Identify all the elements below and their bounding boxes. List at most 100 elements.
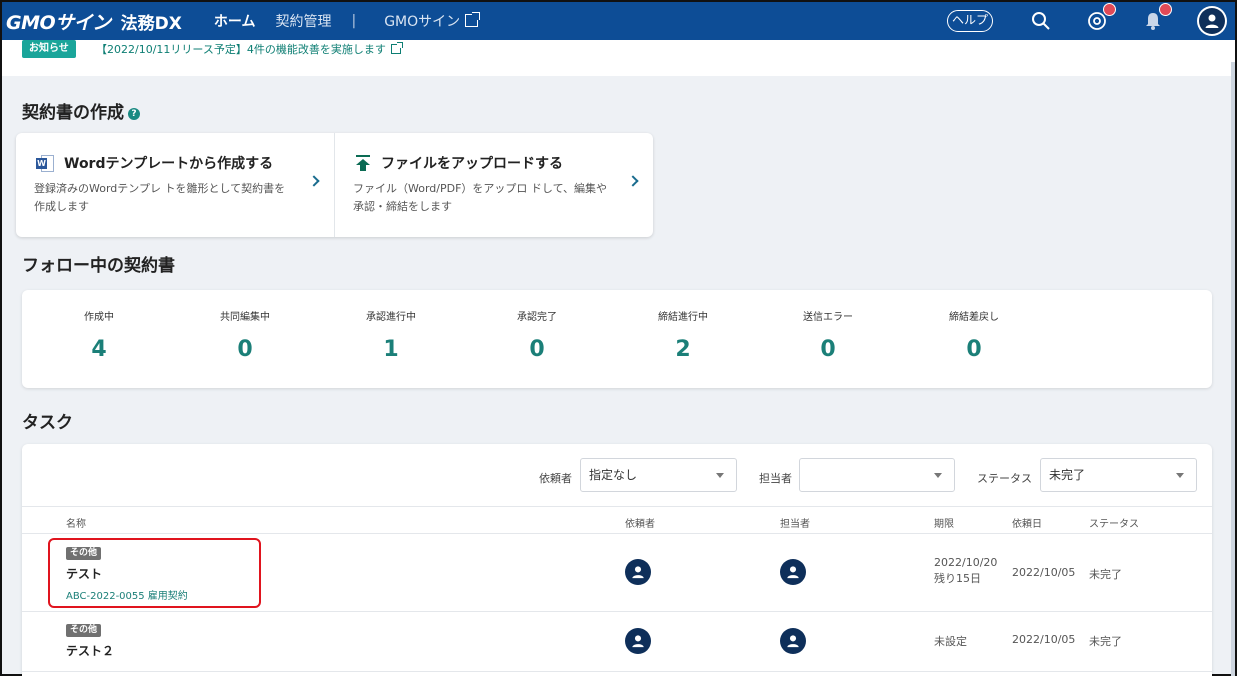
highlight-box [48, 538, 261, 608]
stat-value: 0 [529, 337, 545, 362]
notice-bar: お知らせ 【2022/10/11リリース予定】4件の機能改善を実施します [2, 40, 1235, 76]
chevron-right-icon [627, 175, 639, 187]
nav-contracts[interactable]: 契約管理 [275, 11, 331, 31]
header-actions: ヘルプ [946, 2, 1235, 40]
search-button[interactable] [1029, 9, 1053, 33]
task-due-date: 2022/10/20 残り15日 [934, 555, 997, 587]
create-card: W Wordテンプレートから作成する 登録済みのWordテンプレ トを雛形として… [16, 133, 653, 237]
nav-gmo-sign-label: GMOサイン [384, 14, 461, 30]
stat-label: 承認完了 [517, 312, 557, 323]
notification-button[interactable] [1141, 3, 1172, 33]
column-status[interactable]: ステータス [1089, 515, 1139, 530]
stat-label: 締結差戻し [949, 312, 999, 323]
create-from-word-template[interactable]: W Wordテンプレートから作成する 登録済みのWordテンプレ トを雛形として… [16, 133, 334, 237]
user-menu-button[interactable] [1197, 6, 1227, 36]
create-word-description: 登録済みのWordテンプレ トを雛形として契約書を作成します [34, 182, 286, 213]
stat-label: 送信エラー [803, 312, 853, 323]
stat-value: 2 [675, 337, 691, 362]
vertical-scrollbar[interactable] [1231, 62, 1235, 676]
chevron-right-icon [308, 175, 320, 187]
external-link-icon [390, 42, 403, 54]
stat-label: 承認進行中 [366, 312, 416, 323]
upload-header: ファイルをアップロードする [355, 153, 563, 173]
task-due-remaining: 残り15日 [934, 572, 981, 585]
top-header: GMOサイン 法務DX ホーム 契約管理 | GMOサイン ヘルプ [2, 2, 1235, 40]
requester-avatar-icon [625, 559, 651, 585]
column-requester[interactable]: 依頼者 [625, 515, 655, 530]
status-filter-label: ステータス [977, 472, 1032, 485]
create-word-title: Wordテンプレートから作成する [64, 156, 274, 172]
stat-signing-returned[interactable]: 締結差戻し 0 [914, 308, 1034, 362]
upload-icon [355, 155, 371, 171]
upload-file[interactable]: ファイルをアップロードする ファイル（Word/PDF）をアップロ ドして、編集… [334, 133, 653, 237]
stat-value: 4 [91, 337, 107, 362]
stat-value: 0 [820, 337, 836, 362]
task-requested-date: 2022/10/05 [1012, 633, 1076, 646]
notice-tag: お知らせ [22, 40, 76, 58]
stat-approved[interactable]: 承認完了 0 [477, 308, 597, 362]
column-name[interactable]: 名称 [66, 515, 86, 530]
user-avatar-icon [1199, 8, 1225, 34]
task-table-header: 名称 依頼者 担当者 期限 依頼日 ステータス [22, 506, 1212, 534]
create-section-title-text: 契約書の作成 [22, 103, 124, 123]
task-due-date-value: 2022/10/20 [934, 556, 998, 569]
stat-send-error[interactable]: 送信エラー 0 [768, 308, 888, 362]
requester-filter-label: 依頼者 [539, 472, 572, 485]
notification-badge [1159, 3, 1172, 16]
requester-filter-select[interactable]: 指定なし [580, 458, 737, 492]
assignee-avatar-icon [780, 628, 806, 654]
nav-gmo-sign[interactable]: GMOサイン [384, 11, 481, 31]
nav-separator: | [351, 13, 357, 29]
assignee-filter-select[interactable] [799, 458, 955, 492]
stat-label: 作成中 [84, 312, 114, 323]
task-row[interactable]: その他 テスト２ 未設定 2022/10/05 未完了 [22, 612, 1212, 672]
stat-drafting[interactable]: 作成中 4 [39, 308, 159, 362]
upload-description: ファイル（Word/PDF）をアップロ ドして、編集や承認・締結をします [353, 182, 608, 213]
stat-value: 0 [237, 337, 253, 362]
task-name: テスト２ [66, 644, 115, 658]
task-requested-date: 2022/10/05 [1012, 566, 1076, 579]
tasks-section-title: タスク [22, 413, 73, 433]
assignee-filter-label: 担当者 [759, 472, 792, 485]
task-due-date: 未設定 [934, 635, 967, 648]
stat-value: 0 [966, 337, 982, 362]
stat-label: 共同編集中 [220, 312, 270, 323]
task-status: 未完了 [1089, 635, 1122, 648]
follow-section-title: フォロー中の契約書 [22, 256, 175, 276]
notice-link[interactable]: 【2022/10/11リリース予定】4件の機能改善を実施します [96, 41, 403, 57]
word-document-icon: W [36, 154, 54, 172]
assignee-avatar-icon [780, 559, 806, 585]
search-icon [1032, 12, 1050, 30]
column-assignee[interactable]: 担当者 [780, 515, 810, 530]
status-filter-value: 未完了 [1049, 468, 1086, 482]
follow-stats-card: 作成中 4 共同編集中 0 承認進行中 1 承認完了 0 締結進行中 2 送信エ… [22, 290, 1212, 388]
stat-signing-in-progress[interactable]: 締結進行中 2 [623, 308, 743, 362]
status-filter-select[interactable]: 未完了 [1040, 458, 1197, 492]
column-due[interactable]: 期限 [934, 515, 954, 530]
logo[interactable]: GMOサイン [6, 8, 111, 35]
requester-avatar-icon [625, 628, 651, 654]
nav-home[interactable]: ホーム [214, 11, 256, 31]
upload-title: ファイルをアップロードする [381, 156, 563, 172]
chevron-down-icon [716, 473, 724, 478]
task-row[interactable]: その他 テスト ABC-2022-0055 雇用契約 2022/10/20 残り1… [22, 534, 1212, 612]
stat-approval-in-progress[interactable]: 承認進行中 1 [331, 308, 451, 362]
mention-badge [1103, 3, 1116, 16]
chevron-down-icon [934, 473, 942, 478]
task-category-badge: その他 [66, 624, 102, 637]
stat-value: 1 [383, 337, 399, 362]
tasks-card: 依頼者 指定なし 担当者 ステータス 未完了 名称 依頼者 担当者 期限 依頼日… [22, 444, 1212, 676]
external-link-icon [465, 12, 481, 27]
help-question-icon[interactable]: ? [128, 108, 140, 120]
create-word-header: W Wordテンプレートから作成する [36, 153, 273, 173]
mention-button[interactable] [1085, 3, 1116, 33]
help-button[interactable]: ヘルプ [946, 10, 993, 32]
chevron-down-icon [1176, 473, 1184, 478]
column-requested-date[interactable]: 依頼日 [1012, 515, 1042, 530]
stat-co-editing[interactable]: 共同編集中 0 [185, 308, 305, 362]
requester-filter-value: 指定なし [589, 468, 638, 482]
stat-label: 締結進行中 [658, 312, 708, 323]
notice-text: 【2022/10/11リリース予定】4件の機能改善を実施します [96, 43, 386, 56]
logo-subtitle: 法務DX [120, 13, 182, 34]
task-status: 未完了 [1089, 568, 1122, 581]
